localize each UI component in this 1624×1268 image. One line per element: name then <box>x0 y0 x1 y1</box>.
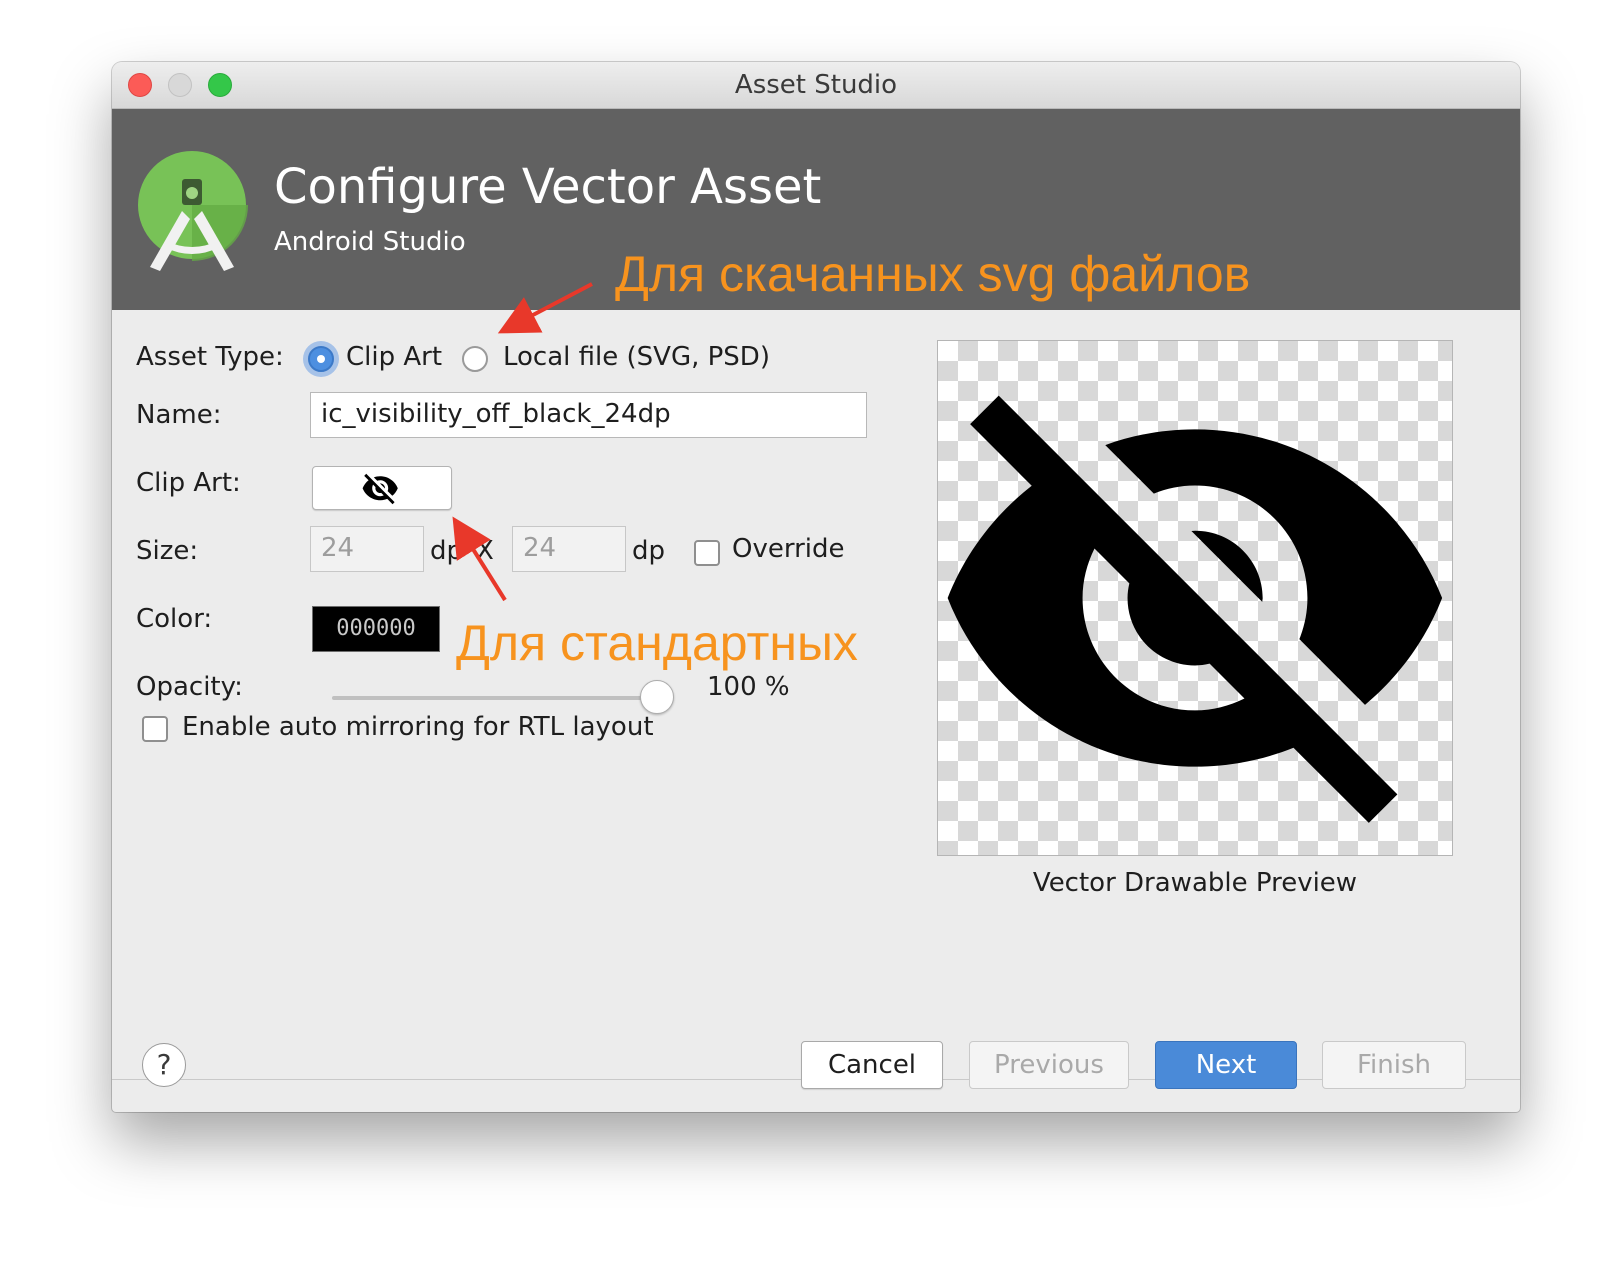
opacity-value: 100 % <box>707 672 790 702</box>
height-input[interactable]: 24 <box>512 526 626 572</box>
visibility-off-icon <box>947 395 1443 823</box>
visibility-off-icon <box>362 473 398 505</box>
vector-drawable-preview <box>937 340 1453 856</box>
cancel-button[interactable]: Cancel <box>801 1041 943 1089</box>
svg-files-annotation: Для скачанных svg файлов <box>615 246 1251 302</box>
page-title: Configure Vector Asset <box>274 159 822 215</box>
help-button[interactable]: ? <box>142 1043 186 1087</box>
opacity-slider-track[interactable] <box>332 696 652 700</box>
clip-art-radio[interactable] <box>308 346 334 372</box>
page-subtitle: Android Studio <box>274 227 466 257</box>
width-unit: dp <box>430 536 464 566</box>
size-label: Size: <box>136 536 199 566</box>
rtl-mirroring-checkbox[interactable] <box>142 716 168 742</box>
override-checkbox[interactable] <box>694 540 720 566</box>
clip-art-picker-button[interactable] <box>312 466 452 510</box>
local-file-radio[interactable] <box>462 346 488 372</box>
name-input[interactable]: ic_visibility_off_black_24dp <box>310 392 867 438</box>
clip-art-radio-label[interactable]: Clip Art <box>346 342 442 372</box>
previous-button[interactable]: Previous <box>969 1041 1129 1089</box>
color-label: Color: <box>136 604 213 634</box>
asset-type-label: Asset Type: <box>136 342 284 372</box>
android-studio-logo-icon <box>138 151 248 271</box>
size-separator: X <box>476 536 494 566</box>
local-file-radio-label[interactable]: Local file (SVG, PSD) <box>503 342 770 372</box>
window-title: Asset Studio <box>734 70 898 100</box>
override-label[interactable]: Override <box>732 534 845 564</box>
clip-art-label: Clip Art: <box>136 468 241 498</box>
preview-caption: Vector Drawable Preview <box>1032 868 1358 898</box>
name-label: Name: <box>136 400 222 430</box>
title-bar: Asset Studio <box>112 62 1520 109</box>
next-button[interactable]: Next <box>1155 1041 1297 1089</box>
finish-button[interactable]: Finish <box>1322 1041 1466 1089</box>
opacity-slider-thumb[interactable] <box>640 680 674 714</box>
color-picker-swatch[interactable]: 000000 <box>312 606 440 652</box>
opacity-label: Opacity: <box>136 672 243 702</box>
width-input[interactable]: 24 <box>310 526 424 572</box>
rtl-mirroring-label[interactable]: Enable auto mirroring for RTL layout <box>182 712 654 742</box>
standard-icons-annotation: Для стандартных <box>456 615 858 671</box>
height-unit: dp <box>632 536 666 566</box>
